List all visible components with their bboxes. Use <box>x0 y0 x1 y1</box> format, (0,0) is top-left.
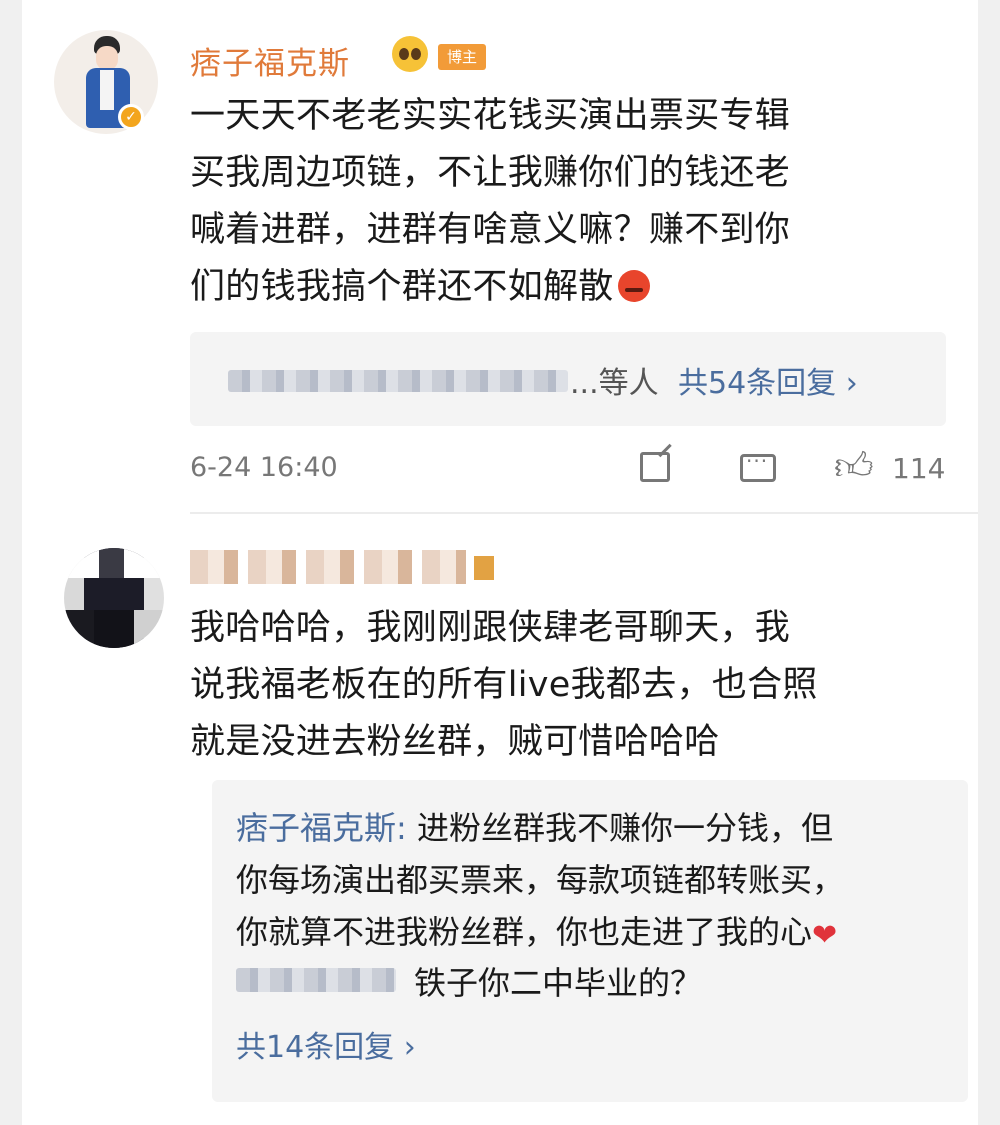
more-replies-link[interactable]: 共14条回复 › <box>236 1022 416 1066</box>
fan-emoji-icon <box>392 36 428 72</box>
post-content: 一天天不老老实实花钱买演出票买专辑 买我周边项链，不让我赚你们的钱还老 喊着进群… <box>190 88 950 316</box>
reply-thread: 痞子福克斯: 进粉丝群我不赚你一分钱，但 你每场演出都买票来，每款项链都转账买，… <box>212 780 968 1102</box>
reply-summary[interactable]: ...等人 共54条回复 › <box>190 332 946 426</box>
author-reply: 痞子福克斯: 进粉丝群我不赚你一分钱，但 你每场演出都买票来，每款项链都转账买，… <box>236 802 948 962</box>
comment-icon[interactable] <box>740 449 776 482</box>
comment-line: 我哈哈哈，我刚刚跟侠肆老哥聊天，我 <box>190 608 791 648</box>
heart-icon: ❤ <box>812 918 838 953</box>
blurred-usernames <box>228 370 568 392</box>
post-line: 们的钱我搞个群还不如解散 <box>190 267 614 307</box>
blurred-username <box>236 968 396 992</box>
others-label: ...等人 <box>570 366 659 401</box>
reply-author[interactable]: 痞子福克斯: <box>236 809 407 847</box>
like-icon[interactable]: 👍︎ <box>834 444 874 490</box>
author-badge: 博主 <box>438 44 486 70</box>
post-line: 一天天不老老实实花钱买演出票买专辑 <box>190 96 791 136</box>
reply-text: 你就算不进我粉丝群，你也走进了我的心 <box>236 913 813 951</box>
reply-line: 痞子福克斯: 进粉丝群我不赚你一分钱，但 <box>236 802 948 854</box>
comment-line: 说我福老板在的所有live我都去，也合照 <box>190 665 818 705</box>
reply-count-link[interactable]: 共54条回复 › <box>678 358 858 402</box>
post-line-last: 们的钱我搞个群还不如解散 <box>190 259 950 316</box>
blurred-username[interactable] <box>190 550 466 584</box>
avatar-blurred[interactable] <box>64 548 164 648</box>
post-line: 喊着进群，进群有啥意义嘛？赚不到你 <box>190 210 791 250</box>
level-badge-icon <box>474 556 494 580</box>
username[interactable]: 痞子福克斯 <box>190 38 350 83</box>
verified-icon: ✓ <box>118 104 144 130</box>
comment-content: 我哈哈哈，我刚刚跟侠肆老哥聊天，我 说我福老板在的所有live我都去，也合照 就… <box>190 600 960 771</box>
reply-text: 你每场演出都买票来，每款项链都转账买， <box>236 861 845 899</box>
reply-text: 进粉丝群我不赚你一分钱，但 <box>406 809 833 847</box>
share-icon[interactable] <box>640 452 670 482</box>
post-line: 买我周边项链，不让我赚你们的钱还老 <box>190 153 791 193</box>
divider <box>190 512 978 514</box>
angry-emoji-icon <box>617 270 650 302</box>
like-count: 114 <box>892 452 946 485</box>
comment-line: 就是没进去粉丝群，贼可惜哈哈哈 <box>190 722 720 762</box>
reply-line: 你就算不进我粉丝群，你也走进了我的心❤ <box>236 906 948 962</box>
subreply-text: 铁子你二中毕业的？ <box>414 964 703 1002</box>
comment-card: ✓ 痞子福克斯 博主 一天天不老老实实花钱买演出票买专辑 买我周边项链，不让我赚… <box>22 0 978 1125</box>
timestamp: 6-24 16:40 <box>190 452 338 483</box>
